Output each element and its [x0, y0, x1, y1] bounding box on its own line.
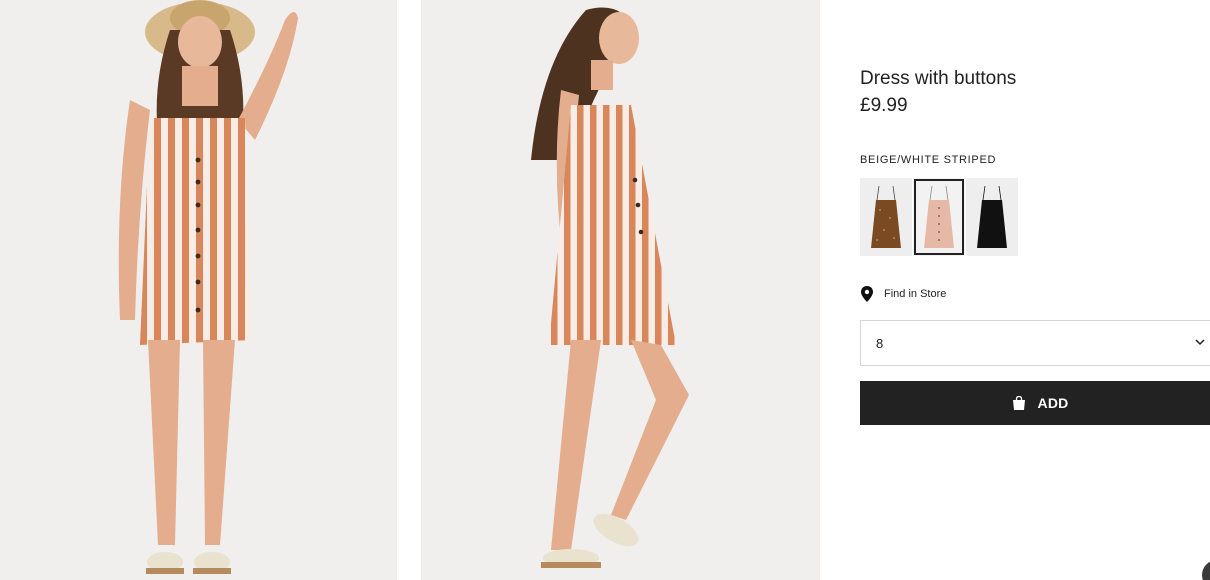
product-image-side[interactable]: [421, 0, 820, 580]
swatch-beige-white-striped[interactable]: [913, 178, 965, 256]
dress-thumbnail-brown: [871, 185, 901, 248]
color-swatches: [860, 178, 1019, 256]
map-pin-icon: [861, 286, 873, 302]
product-info-panel: Dress with buttons £9.99 BEIGE/WHITE STR…: [860, 0, 1210, 580]
find-in-store-label: Find in Store: [884, 288, 947, 300]
model-front-illustration: [118, 0, 298, 574]
chevron-down-icon: [1195, 339, 1205, 346]
size-select-value: 8: [876, 336, 884, 351]
product-price: £9.99: [860, 95, 908, 116]
model-side-illustration: [531, 7, 689, 568]
add-to-bag-button[interactable]: ADD: [860, 381, 1210, 425]
shopping-bag-icon: [1012, 396, 1025, 410]
dress-thumbnail-black: [977, 185, 1007, 248]
swatch-brown-patterned[interactable]: [860, 178, 912, 256]
swatch-black[interactable]: [966, 178, 1018, 256]
selected-color-label: BEIGE/WHITE STRIPED: [860, 154, 997, 166]
add-button-label: ADD: [1037, 395, 1069, 411]
product-title: Dress with buttons: [860, 68, 1017, 89]
size-select[interactable]: 8: [860, 320, 1210, 366]
dress-thumbnail-striped: [924, 185, 954, 248]
product-image-front[interactable]: [0, 0, 397, 580]
find-in-store-link[interactable]: Find in Store: [860, 286, 946, 302]
